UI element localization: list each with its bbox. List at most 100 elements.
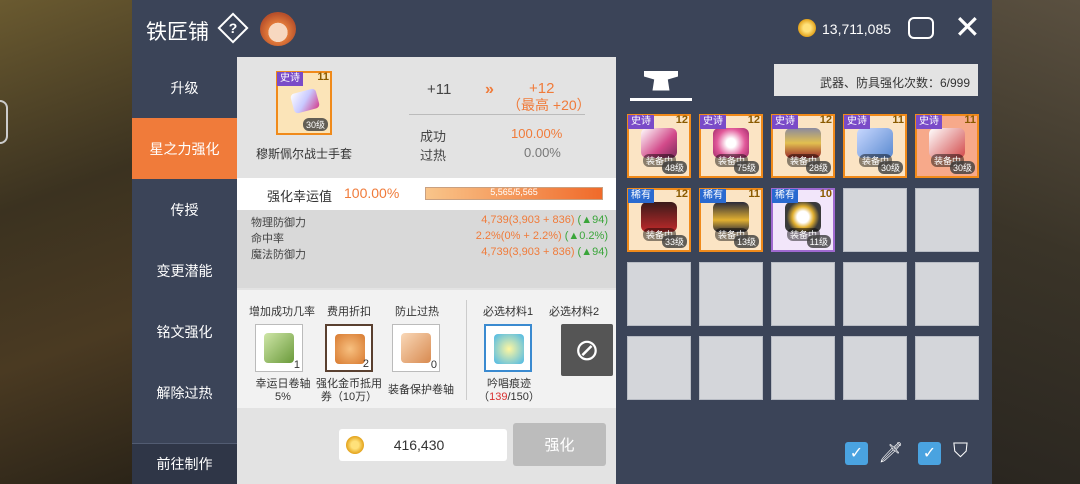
attr-value: 4,739(3,903 + 836) (▲94) (481, 246, 608, 258)
overheat-label: 过热 (420, 148, 447, 163)
star-badge: 12 (675, 114, 688, 126)
empty-slot[interactable] (699, 262, 763, 326)
attribute-list: 物理防御力 4,739(3,903 + 836) (▲94) 命中率 2.2%(… (237, 210, 616, 288)
grade-tag: 史诗 (277, 72, 303, 86)
empty-slot[interactable] (915, 188, 979, 252)
tab-anvil[interactable] (630, 63, 692, 101)
inventory-item[interactable]: 史诗 12 装备中 75级 (699, 114, 763, 178)
scroll-icon (264, 333, 294, 363)
luck-row: 强化幸运值 100.00% 5,565/5,565 (237, 178, 616, 210)
gold-cost-value: 416,430 (393, 437, 445, 453)
empty-slot[interactable] (843, 262, 907, 326)
luck-value: 100.00% (344, 185, 400, 201)
luck-progress-bar: 5,565/5,565 (425, 187, 603, 200)
empty-slot[interactable] (771, 336, 835, 400)
attr-value: 4,739(3,903 + 836) (▲94) (481, 214, 608, 226)
header-bar: 铁匠铺 ? 13,711,085 ✕ (132, 0, 992, 57)
item-count: 2 (362, 358, 369, 370)
shield-icon: ⛉ (953, 440, 968, 462)
item-caption: 装备保护卷轴 (388, 384, 454, 396)
chant-trace-icon (494, 334, 524, 364)
inventory-item[interactable]: 稀有 12 装备中 33级 (627, 188, 691, 252)
grade-tag: 史诗 (844, 115, 870, 129)
edge-handle[interactable] (0, 100, 8, 144)
grade-tag: 史诗 (772, 115, 798, 129)
sidebar-item-inscription[interactable]: 铭文强化 (132, 301, 237, 362)
goto-craft-button[interactable]: 前往制作 (132, 443, 237, 484)
item-name: 穆斯佩尔战士手套 (255, 147, 352, 161)
required-material-slot[interactable] (484, 324, 532, 372)
grade-tag: 史诗 (700, 115, 726, 129)
empty-slot[interactable] (843, 336, 907, 400)
attr-name: 物理防御力 (251, 217, 306, 229)
item-caption: 强化金币抵用 券（10万） (316, 378, 382, 403)
level-badge: 75级 (733, 161, 759, 174)
inventory-item[interactable]: 稀有 11 装备中 13级 (699, 188, 763, 252)
grade-tag: 稀有 (628, 189, 654, 203)
anvil-icon (644, 70, 678, 91)
inventory-panel: 武器、防具强化次数：6/999 史诗 12 装备中 48级 史诗 12 装备中 75级 史诗 12… (616, 57, 992, 484)
close-icon[interactable]: ✕ (954, 10, 981, 44)
page-title: 铁匠铺 (146, 21, 209, 44)
gold-amount: 13,711,085 (822, 21, 892, 37)
armor-filter-checkbox[interactable]: ✓ (918, 442, 941, 465)
mat-header-discount: 费用折扣 (327, 306, 371, 318)
grade-tag: 史诗 (628, 115, 654, 129)
cost-area: 416,430 强化 (237, 408, 616, 484)
help-icon[interactable]: ? (217, 12, 249, 44)
sidebar-item-potential[interactable]: 变更潜能 (132, 240, 237, 301)
item-caption: 吟唱痕迹 （139/150） (478, 378, 540, 403)
empty-slot[interactable] (843, 188, 907, 252)
success-label: 成功 (420, 129, 447, 144)
max-level: （最高 +20） (507, 97, 591, 113)
luck-bar-text: 5,565/5,565 (490, 187, 538, 197)
protect-scroll-slot[interactable]: 0 (392, 324, 440, 372)
level-badge: 33级 (661, 235, 687, 248)
mat-header-success: 增加成功几率 (249, 306, 315, 318)
gold-cost-field: 416,430 (339, 429, 507, 461)
sidebar-item-transfer[interactable]: 传授 (132, 179, 237, 240)
attr-value: 2.2%(0% + 2.2%) (▲0.2%) (475, 230, 608, 242)
enhance-button[interactable]: 强化 (513, 423, 606, 466)
inventory-item[interactable]: 史诗 11 装备中 30级 (915, 114, 979, 178)
level-badge: 48级 (661, 161, 687, 174)
materials-area: 增加成功几率 费用折扣 防止过热 必选材料1 必选材料2 1 2 0 ⊘ 幸运日… (237, 290, 616, 408)
mat-header-req1: 必选材料1 (483, 306, 534, 318)
npc-avatar[interactable] (260, 12, 296, 46)
item-count: 1 (293, 359, 300, 371)
empty-slot[interactable] (627, 336, 691, 400)
mat-header-protect: 防止过热 (395, 306, 439, 318)
sidebar-item-upgrade[interactable]: 升级 (132, 57, 237, 118)
target-item-slot[interactable]: 史诗 11 30级 (276, 71, 332, 135)
empty-slot[interactable] (627, 262, 691, 326)
weapon-filter-checkbox[interactable]: ✓ (845, 442, 868, 465)
success-value: 100.00% (511, 126, 563, 141)
inventory-item[interactable]: 史诗 12 装备中 28级 (771, 114, 835, 178)
divider (409, 114, 585, 115)
lucky-scroll-slot[interactable]: 1 (255, 324, 303, 372)
sidebar-item-cooldown[interactable]: 解除过热 (132, 362, 237, 423)
level-badge: 11级 (806, 235, 831, 248)
current-level: +11 (427, 81, 452, 98)
empty-slot[interactable] (699, 336, 763, 400)
enhance-count: 武器、防具强化次数：6/999 (774, 64, 978, 96)
grade-tag: 稀有 (700, 189, 726, 203)
star-badge: 11 (748, 188, 760, 200)
sidebar-item-starforce[interactable]: 星之力强化 (132, 118, 237, 179)
star-badge: 11 (892, 114, 904, 126)
luck-label: 强化幸运值 (267, 189, 333, 204)
coupon-slot[interactable]: 2 (325, 324, 373, 372)
coin-settings-icon[interactable] (908, 17, 934, 39)
inventory-item[interactable]: 史诗 12 装备中 48级 (627, 114, 691, 178)
empty-slot-icon: ⊘ (561, 324, 613, 376)
level-badge: 30级 (302, 118, 328, 131)
empty-slot[interactable] (915, 262, 979, 326)
level-badge: 30级 (877, 161, 903, 174)
star-badge: 11 (317, 71, 329, 83)
enhance-panel: 史诗 11 30级 穆斯佩尔战士手套 +11 » +12 （最高 +20） 成功… (237, 57, 616, 484)
scroll-icon (401, 333, 431, 363)
empty-slot[interactable] (771, 262, 835, 326)
inventory-item[interactable]: 稀有 10 装备中 11级 (771, 188, 835, 252)
inventory-item[interactable]: 史诗 11 装备中 30级 (843, 114, 907, 178)
empty-slot[interactable] (915, 336, 979, 400)
